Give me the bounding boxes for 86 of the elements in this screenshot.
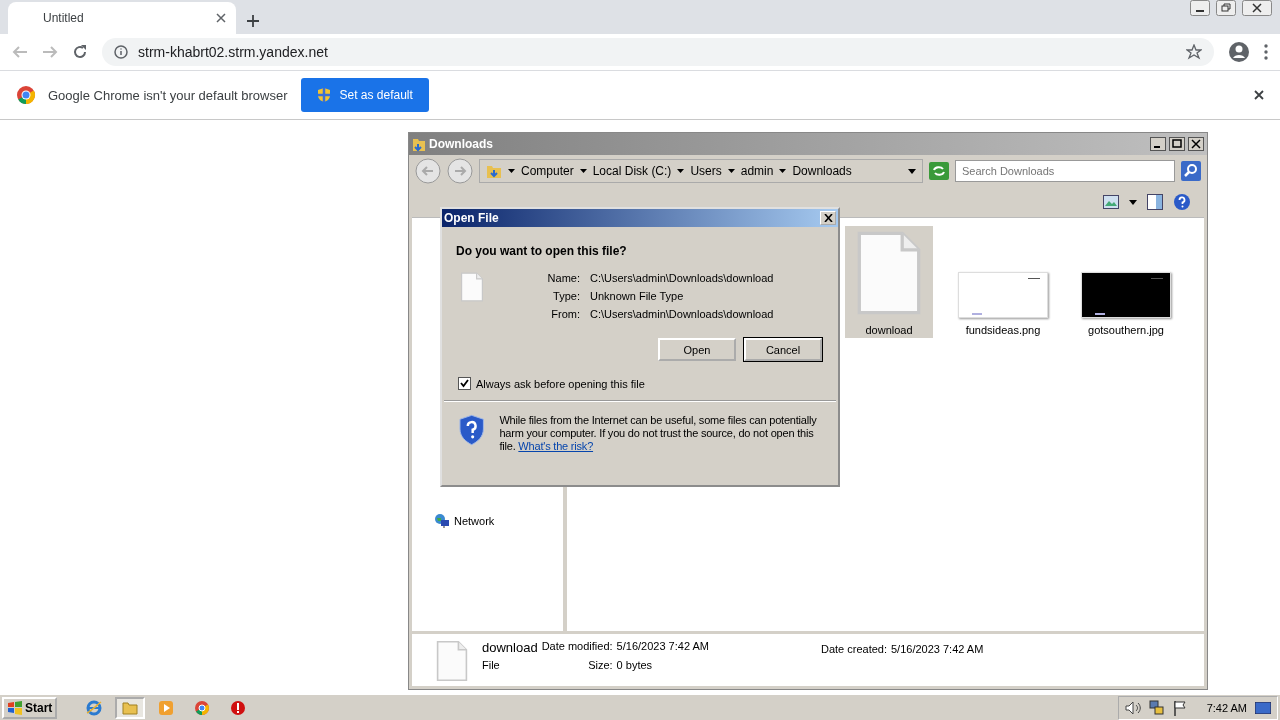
breadcrumb-item[interactable]: Computer bbox=[521, 164, 574, 178]
browser-icon bbox=[86, 699, 103, 716]
folder-icon bbox=[412, 136, 426, 152]
chrome-logo-icon bbox=[16, 85, 36, 105]
detail-value: 0 bytes bbox=[616, 659, 654, 671]
info-icon[interactable] bbox=[114, 45, 128, 59]
file-icon bbox=[436, 640, 468, 682]
caret-icon[interactable] bbox=[579, 169, 587, 173]
shield-icon bbox=[317, 87, 332, 103]
breadcrumb-item[interactable]: admin bbox=[740, 164, 774, 178]
search-field[interactable]: Search Downloads bbox=[955, 160, 1175, 182]
maximize-icon[interactable] bbox=[1169, 137, 1185, 151]
field-value: Unknown File Type bbox=[590, 290, 685, 302]
checkbox[interactable] bbox=[458, 377, 471, 390]
restore-icon[interactable] bbox=[1216, 0, 1236, 16]
shield-icon bbox=[458, 414, 486, 446]
breadcrumb-bar[interactable]: Computer Local Disk (C:) Users admin Downloads bbox=[479, 159, 923, 183]
field-value: C:\Users\admin\Downloads\download bbox=[590, 308, 774, 320]
window-title: Downloads bbox=[429, 137, 494, 151]
dialog-button[interactable]: Open bbox=[658, 338, 736, 361]
detail-label: Date created: bbox=[820, 643, 887, 655]
network-icon bbox=[434, 513, 450, 529]
detail-label: Date modified: bbox=[541, 640, 613, 654]
caret-icon[interactable] bbox=[677, 169, 685, 173]
folder-icon bbox=[122, 699, 139, 716]
close-icon[interactable] bbox=[1242, 0, 1272, 16]
field-label: Type: bbox=[552, 290, 580, 302]
set-default-button[interactable]: Set as default bbox=[301, 78, 429, 112]
file-icon bbox=[460, 272, 484, 302]
breadcrumb-item[interactable]: Local Disk (C:) bbox=[592, 164, 672, 178]
file-type: File bbox=[482, 659, 501, 671]
file-item[interactable]: gotsouthern.jpg bbox=[1072, 226, 1180, 338]
detail-value: 5/16/2023 7:42 AM bbox=[891, 643, 984, 655]
risk-link[interactable]: What's the risk? bbox=[518, 440, 594, 452]
caret-icon[interactable] bbox=[508, 169, 515, 173]
minimize-icon[interactable] bbox=[1190, 0, 1210, 16]
dialog-button[interactable]: Cancel bbox=[744, 338, 822, 361]
start-button[interactable]: Start bbox=[2, 696, 58, 719]
profile-icon[interactable] bbox=[1228, 41, 1250, 63]
breadcrumb-item[interactable]: Downloads bbox=[792, 164, 852, 178]
breadcrumb-item[interactable]: Users bbox=[690, 164, 722, 178]
close-icon[interactable] bbox=[216, 13, 226, 23]
help-icon[interactable] bbox=[1173, 193, 1191, 211]
file-item[interactable]: download bbox=[845, 226, 933, 338]
reload-icon[interactable] bbox=[72, 44, 88, 60]
close-icon[interactable] bbox=[1254, 90, 1264, 100]
caret-icon[interactable] bbox=[1129, 199, 1137, 205]
play-icon bbox=[158, 699, 175, 716]
infobar-message: Google Chrome isn't your default browser bbox=[48, 87, 288, 103]
detail-label: Size: bbox=[587, 659, 613, 671]
detail-value: 5/16/2023 7:42 AM bbox=[616, 640, 709, 654]
clock[interactable]: 7:42 AM bbox=[1206, 701, 1247, 714]
browser-tab[interactable]: Untitled bbox=[8, 2, 236, 34]
flag-icon[interactable] bbox=[1172, 699, 1187, 716]
file-name: download bbox=[482, 640, 538, 655]
speaker-icon[interactable] bbox=[1124, 700, 1141, 715]
close-icon[interactable] bbox=[1188, 137, 1204, 151]
sidebar-item[interactable]: Network bbox=[430, 511, 563, 531]
caret-icon[interactable] bbox=[727, 169, 735, 173]
field-value: C:\Users\admin\Downloads\download bbox=[590, 272, 774, 284]
folder-icon bbox=[486, 163, 502, 179]
refresh-icon[interactable] bbox=[929, 162, 949, 180]
menu-icon[interactable] bbox=[1264, 44, 1268, 60]
preview-pane-icon[interactable] bbox=[1147, 194, 1163, 210]
search-icon[interactable] bbox=[1181, 161, 1201, 181]
star-icon[interactable] bbox=[1186, 44, 1202, 60]
alert-icon bbox=[230, 699, 247, 716]
warning-text: While files from the Internet can be useful, some files can potentially harm your computer. If you do not trust the source, do not open this file. What's the risk? bbox=[499, 414, 818, 453]
network-icon[interactable] bbox=[1148, 699, 1165, 716]
dialog-title: Open File bbox=[444, 211, 499, 225]
windows-logo-icon bbox=[7, 700, 23, 715]
chrome-icon bbox=[194, 699, 211, 716]
caret-icon[interactable] bbox=[779, 169, 787, 173]
field-label: Name: bbox=[546, 272, 580, 284]
caret-icon[interactable] bbox=[908, 168, 916, 174]
minimize-icon[interactable] bbox=[1150, 137, 1166, 151]
field-label: From: bbox=[550, 308, 580, 320]
new-tab-icon[interactable] bbox=[246, 14, 260, 28]
show-desktop-icon[interactable] bbox=[1255, 701, 1271, 714]
close-icon bbox=[823, 214, 833, 222]
checkbox-label[interactable]: Always ask before opening this file bbox=[476, 377, 645, 390]
file-item[interactable]: fundsideas.png bbox=[949, 226, 1057, 338]
dialog-question: Do you want to open this file? bbox=[456, 244, 628, 258]
address-bar[interactable]: strm-khabrt02.strm.yandex.net bbox=[102, 38, 1214, 66]
view-icon[interactable] bbox=[1103, 195, 1119, 209]
close-button[interactable] bbox=[820, 211, 836, 225]
